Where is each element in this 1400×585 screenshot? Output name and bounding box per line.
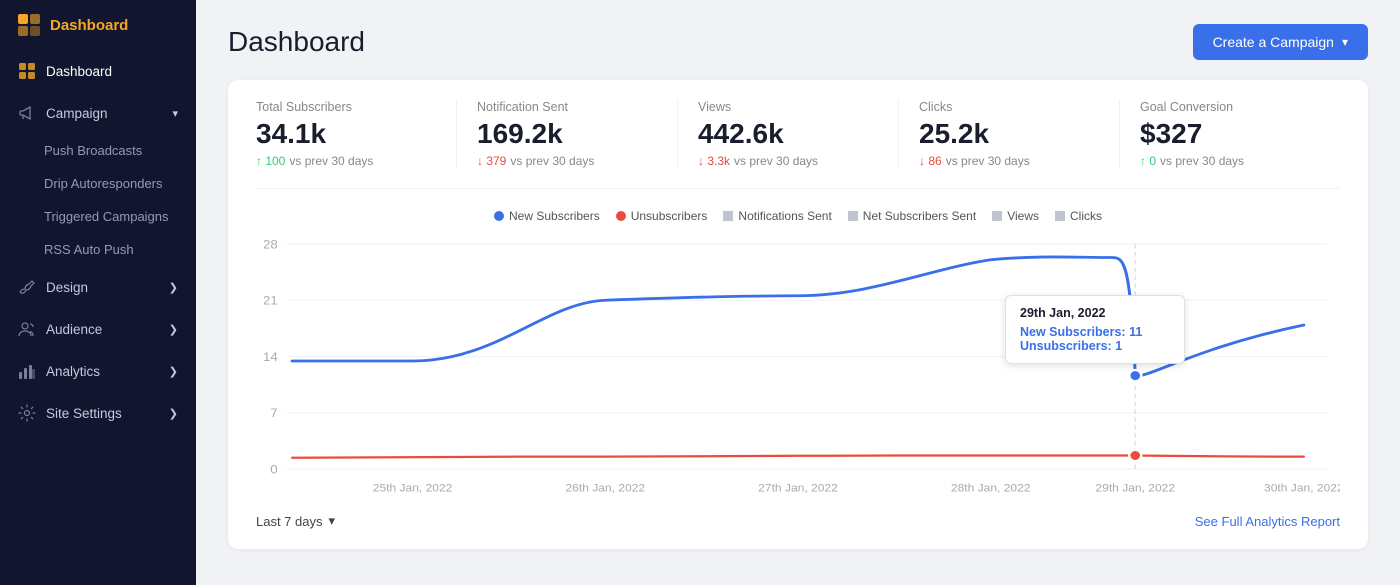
time-range-button[interactable]: Last 7 days ▾ [256,513,335,529]
megaphone-icon [18,104,36,122]
legend-item: New Subscribers [494,209,600,223]
legend-dot [494,211,504,221]
site-settings-chevron-icon: ❯ [169,407,178,420]
svg-text:14: 14 [263,349,278,363]
grid-icon [18,62,36,80]
stat-item: Total Subscribers 34.1k ↑ 100 vs prev 30… [256,100,456,168]
sidebar-item-dashboard-label: Dashboard [46,64,112,79]
sidebar-logo[interactable]: Dashboard [0,0,196,50]
sidebar-item-site-settings[interactable]: Site Settings ❯ [0,392,196,434]
line-chart: 28 21 14 7 0 25th Jan, 2022 26th Jan, 20… [256,235,1340,505]
sidebar-item-dashboard[interactable]: Dashboard [0,50,196,92]
stat-item: Goal Conversion $327 ↑ 0 vs prev 30 days [1119,100,1340,168]
legend-square [1055,211,1065,221]
svg-text:27th Jan, 2022: 27th Jan, 2022 [758,482,838,495]
analytics-chevron-icon: ❯ [169,365,178,378]
svg-text:21: 21 [263,293,278,307]
see-full-report-link[interactable]: See Full Analytics Report [1195,514,1340,529]
sidebar-item-analytics[interactable]: Analytics ❯ [0,350,196,392]
chart-footer: Last 7 days ▾ See Full Analytics Report [256,513,1340,529]
page-title: Dashboard [228,26,365,58]
sidebar-item-rss-auto-push[interactable]: RSS Auto Push [44,233,196,266]
sidebar-item-design-label: Design [46,280,88,295]
stat-item: Clicks 25.2k ↓ 86 vs prev 30 days [898,100,1119,168]
gear-icon [18,404,36,422]
svg-text:29th Jan, 2022: 29th Jan, 2022 [1095,482,1175,495]
analytics-icon [18,362,36,380]
svg-text:28th Jan, 2022: 28th Jan, 2022 [951,482,1031,495]
design-chevron-icon: ❯ [169,281,178,294]
sidebar-item-push-broadcasts[interactable]: Push Broadcasts [44,134,196,167]
sidebar-item-campaign[interactable]: Campaign ▾ [0,92,196,134]
sidebar-item-audience-label: Audience [46,322,102,337]
svg-text:7: 7 [270,406,277,420]
svg-text:26th Jan, 2022: 26th Jan, 2022 [565,482,645,495]
svg-text:28: 28 [263,237,278,251]
sidebar-item-audience[interactable]: Audience ❯ [0,308,196,350]
campaign-submenu: Push Broadcasts Drip Autoresponders Trig… [0,134,196,266]
svg-text:25th Jan, 2022: 25th Jan, 2022 [373,482,453,495]
stats-row: Total Subscribers 34.1k ↑ 100 vs prev 30… [256,100,1340,189]
sidebar-item-triggered-campaigns[interactable]: Triggered Campaigns [44,200,196,233]
create-campaign-button[interactable]: Create a Campaign ▾ [1193,24,1368,60]
sidebar: Dashboard Dashboard Campaign ▾ Push Broa… [0,0,196,585]
audience-chevron-icon: ❯ [169,323,178,336]
legend-square [848,211,858,221]
legend-item: Clicks [1055,209,1102,223]
legend-item: Notifications Sent [723,209,831,223]
campaign-chevron-icon: ▾ [172,107,178,120]
logo-text: Dashboard [50,17,128,34]
legend-square [723,211,733,221]
users-icon [18,320,36,338]
sidebar-item-campaign-label: Campaign [46,106,108,121]
legend-dot [616,211,626,221]
sidebar-item-analytics-label: Analytics [46,364,100,379]
chart-container: 28 21 14 7 0 25th Jan, 2022 26th Jan, 20… [256,235,1340,505]
sidebar-item-design[interactable]: Design ❯ [0,266,196,308]
create-btn-chevron-icon: ▾ [1342,35,1348,49]
legend-square [992,211,1002,221]
sidebar-item-site-settings-label: Site Settings [46,406,122,421]
svg-text:0: 0 [270,462,277,476]
page-header: Dashboard Create a Campaign ▾ [228,24,1368,60]
stat-item: Views 442.6k ↓ 3.3k vs prev 30 days [677,100,898,168]
stats-chart-card: Total Subscribers 34.1k ↑ 100 vs prev 30… [228,80,1368,549]
legend-item: Net Subscribers Sent [848,209,976,223]
main-content-area: Dashboard Create a Campaign ▾ Total Subs… [196,0,1400,585]
legend-item: Views [992,209,1039,223]
sidebar-item-drip-autoresponders[interactable]: Drip Autoresponders [44,167,196,200]
stat-item: Notification Sent 169.2k ↓ 379 vs prev 3… [456,100,677,168]
svg-text:30th Jan, 2022: 30th Jan, 2022 [1264,482,1340,495]
time-range-chevron-icon: ▾ [329,513,336,529]
brush-icon [18,278,36,296]
chart-legend: New Subscribers Unsubscribers Notification… [256,209,1340,223]
logo-icon [18,14,40,36]
legend-item: Unsubscribers [616,209,708,223]
